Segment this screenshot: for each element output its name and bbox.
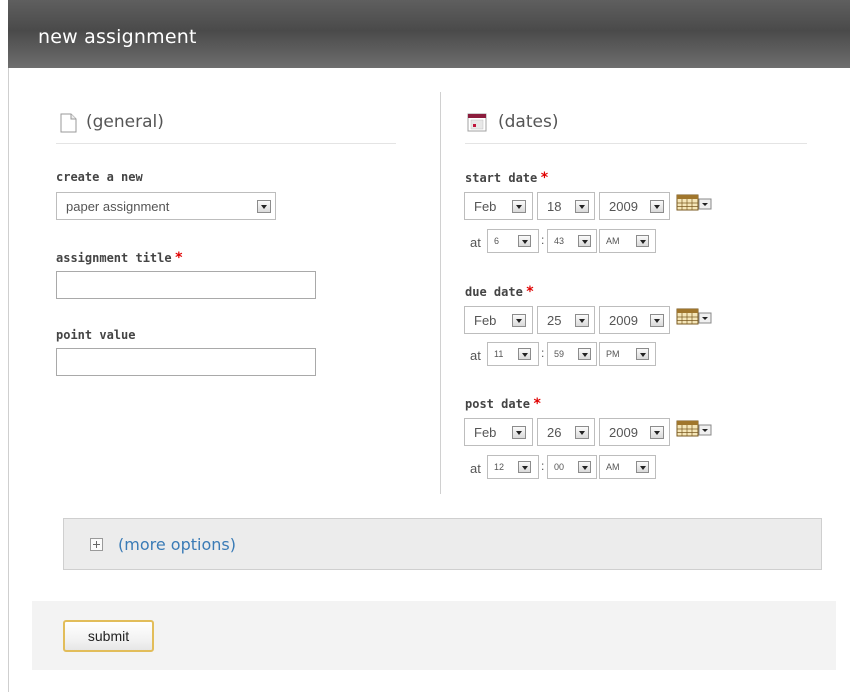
chevron-down-icon[interactable] [650,426,664,439]
more-options-panel[interactable]: (more options) [63,518,822,570]
due-ampm-select[interactable]: PM [599,342,656,366]
column-divider [440,92,441,494]
start-ampm-select[interactable]: AM [599,229,656,253]
general-section-heading: (general) [56,112,396,144]
page-header: new assignment [8,0,850,68]
due-hour-select[interactable]: 11 [487,342,539,366]
submit-button[interactable]: submit [63,620,154,652]
chevron-down-icon[interactable] [518,348,531,360]
post-month-select[interactable]: Feb [464,418,533,446]
calendar-picker-icon[interactable] [676,308,716,326]
start-month-select[interactable]: Feb [464,192,533,220]
more-options-link[interactable]: (more options) [118,535,236,554]
post-minute-select[interactable]: 00 [547,455,597,479]
general-heading-label: (general) [86,112,164,132]
point-value-input[interactable] [56,348,316,376]
at-label: at [470,461,481,476]
at-label: at [470,235,481,250]
post-ampm-select[interactable]: AM [599,455,656,479]
page-title: new assignment [38,26,197,48]
post-date-label: post date * [465,396,542,412]
chevron-down-icon[interactable] [578,235,591,247]
due-day-select[interactable]: 25 [537,306,595,334]
chevron-down-icon[interactable] [257,200,271,213]
chevron-down-icon[interactable] [636,348,649,360]
document-icon [60,113,77,133]
chevron-down-icon[interactable] [575,200,589,213]
required-marker: * [174,250,184,266]
post-day-select[interactable]: 26 [537,418,595,446]
assignment-title-input[interactable] [56,271,316,299]
form-footer: submit [32,601,836,670]
chevron-down-icon[interactable] [575,426,589,439]
start-minute-select[interactable]: 43 [547,229,597,253]
start-day-select[interactable]: 18 [537,192,595,220]
point-value-label: point value [56,328,136,342]
start-date-label: start date * [465,170,549,186]
assignment-title-label: assignment title * [56,250,184,266]
post-hour-select[interactable]: 12 [487,455,539,479]
required-marker: * [533,396,542,412]
calendar-picker-icon[interactable] [676,420,716,438]
due-year-select[interactable]: 2009 [599,306,670,334]
chevron-down-icon[interactable] [512,426,526,439]
assignment-type-value: paper assignment [66,199,170,214]
required-marker: * [540,170,549,186]
chevron-down-icon[interactable] [650,314,664,327]
post-year-select[interactable]: 2009 [599,418,670,446]
calendar-picker-icon[interactable] [676,194,716,212]
create-new-label: create a new [56,170,143,184]
due-month-select[interactable]: Feb [464,306,533,334]
chevron-down-icon[interactable] [512,200,526,213]
chevron-down-icon[interactable] [518,235,531,247]
due-date-label: due date * [465,284,535,300]
assignment-type-select[interactable]: paper assignment [56,192,276,220]
chevron-down-icon[interactable] [636,235,649,247]
due-minute-select[interactable]: 59 [547,342,597,366]
calendar-icon [467,113,487,132]
page-frame [8,0,850,692]
chevron-down-icon[interactable] [578,348,591,360]
at-label: at [470,348,481,363]
expand-plus-icon[interactable] [90,538,103,551]
dates-heading-label: (dates) [498,112,559,132]
chevron-down-icon[interactable] [636,461,649,473]
chevron-down-icon[interactable] [578,461,591,473]
start-hour-select[interactable]: 6 [487,229,539,253]
start-year-select[interactable]: 2009 [599,192,670,220]
chevron-down-icon[interactable] [512,314,526,327]
chevron-down-icon[interactable] [518,461,531,473]
dates-section-heading: (dates) [465,112,807,144]
required-marker: * [525,284,535,300]
chevron-down-icon[interactable] [650,200,664,213]
chevron-down-icon[interactable] [575,314,589,327]
